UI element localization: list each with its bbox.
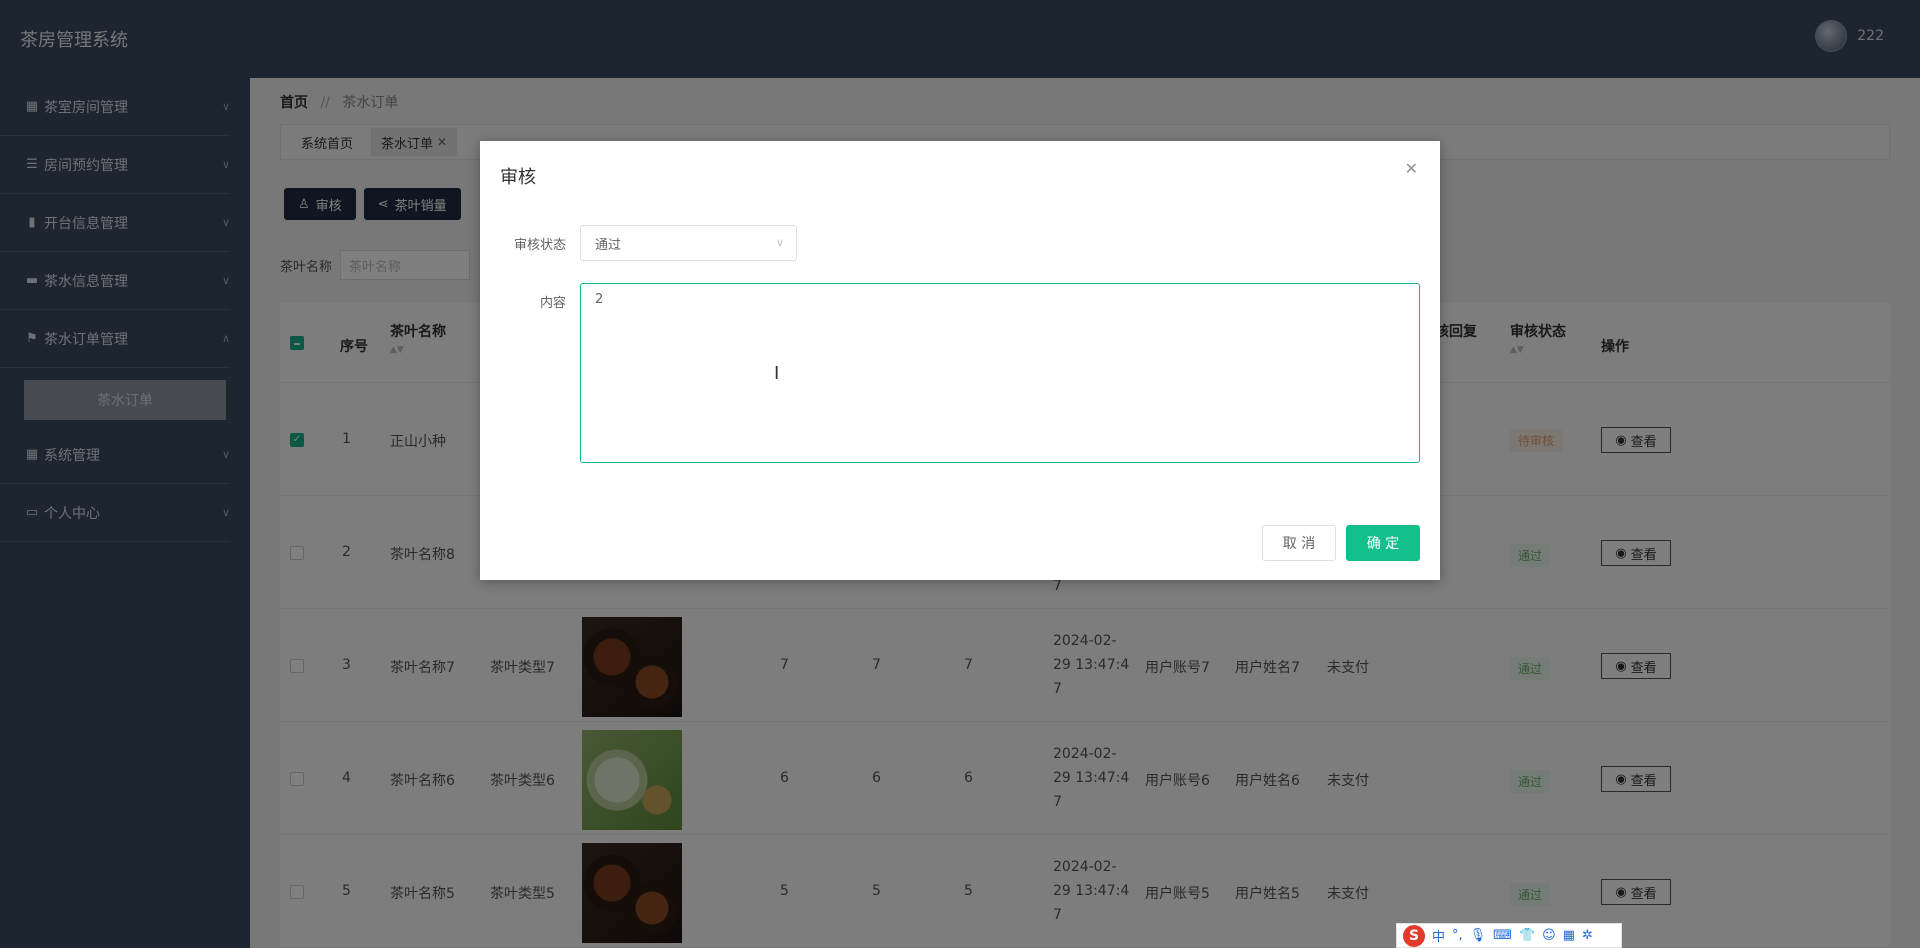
ime-toolbar: S 中 °, 🎙 ⌨ 👕 ☺ ▦ ✲ (1396, 923, 1622, 948)
text-cursor-icon: Ι (774, 363, 780, 384)
settings-icon[interactable]: ✲ (1582, 928, 1593, 943)
status-label: 审核状态 (513, 238, 566, 253)
content-label: 内容 (539, 296, 566, 311)
chevron-down-icon: ∨ (775, 236, 784, 249)
content-textarea[interactable]: 2 (580, 283, 1420, 463)
status-select-value: 通过 (595, 237, 622, 253)
skin-icon[interactable]: 👕 (1519, 928, 1535, 943)
status-select[interactable]: 通过 ∨ (580, 225, 797, 261)
dialog-title: 审核 (500, 167, 536, 188)
audit-dialog: 审核 ✕ 审核状态 通过 ∨ 内容 2 Ι 取 消 确 定 (480, 141, 1440, 580)
close-icon[interactable]: ✕ (1405, 159, 1418, 178)
punctuation-icon[interactable]: °, (1452, 928, 1463, 943)
sogou-logo-icon[interactable]: S (1403, 924, 1425, 947)
cancel-button[interactable]: 取 消 (1262, 525, 1336, 561)
microphone-icon[interactable]: 🎙 (1470, 928, 1487, 943)
toolbox-icon[interactable]: ▦ (1563, 928, 1575, 943)
ime-mode[interactable]: 中 (1432, 926, 1445, 945)
keyboard-icon[interactable]: ⌨ (1493, 928, 1512, 943)
confirm-button[interactable]: 确 定 (1346, 525, 1420, 561)
emoji-icon[interactable]: ☺ (1542, 928, 1556, 943)
